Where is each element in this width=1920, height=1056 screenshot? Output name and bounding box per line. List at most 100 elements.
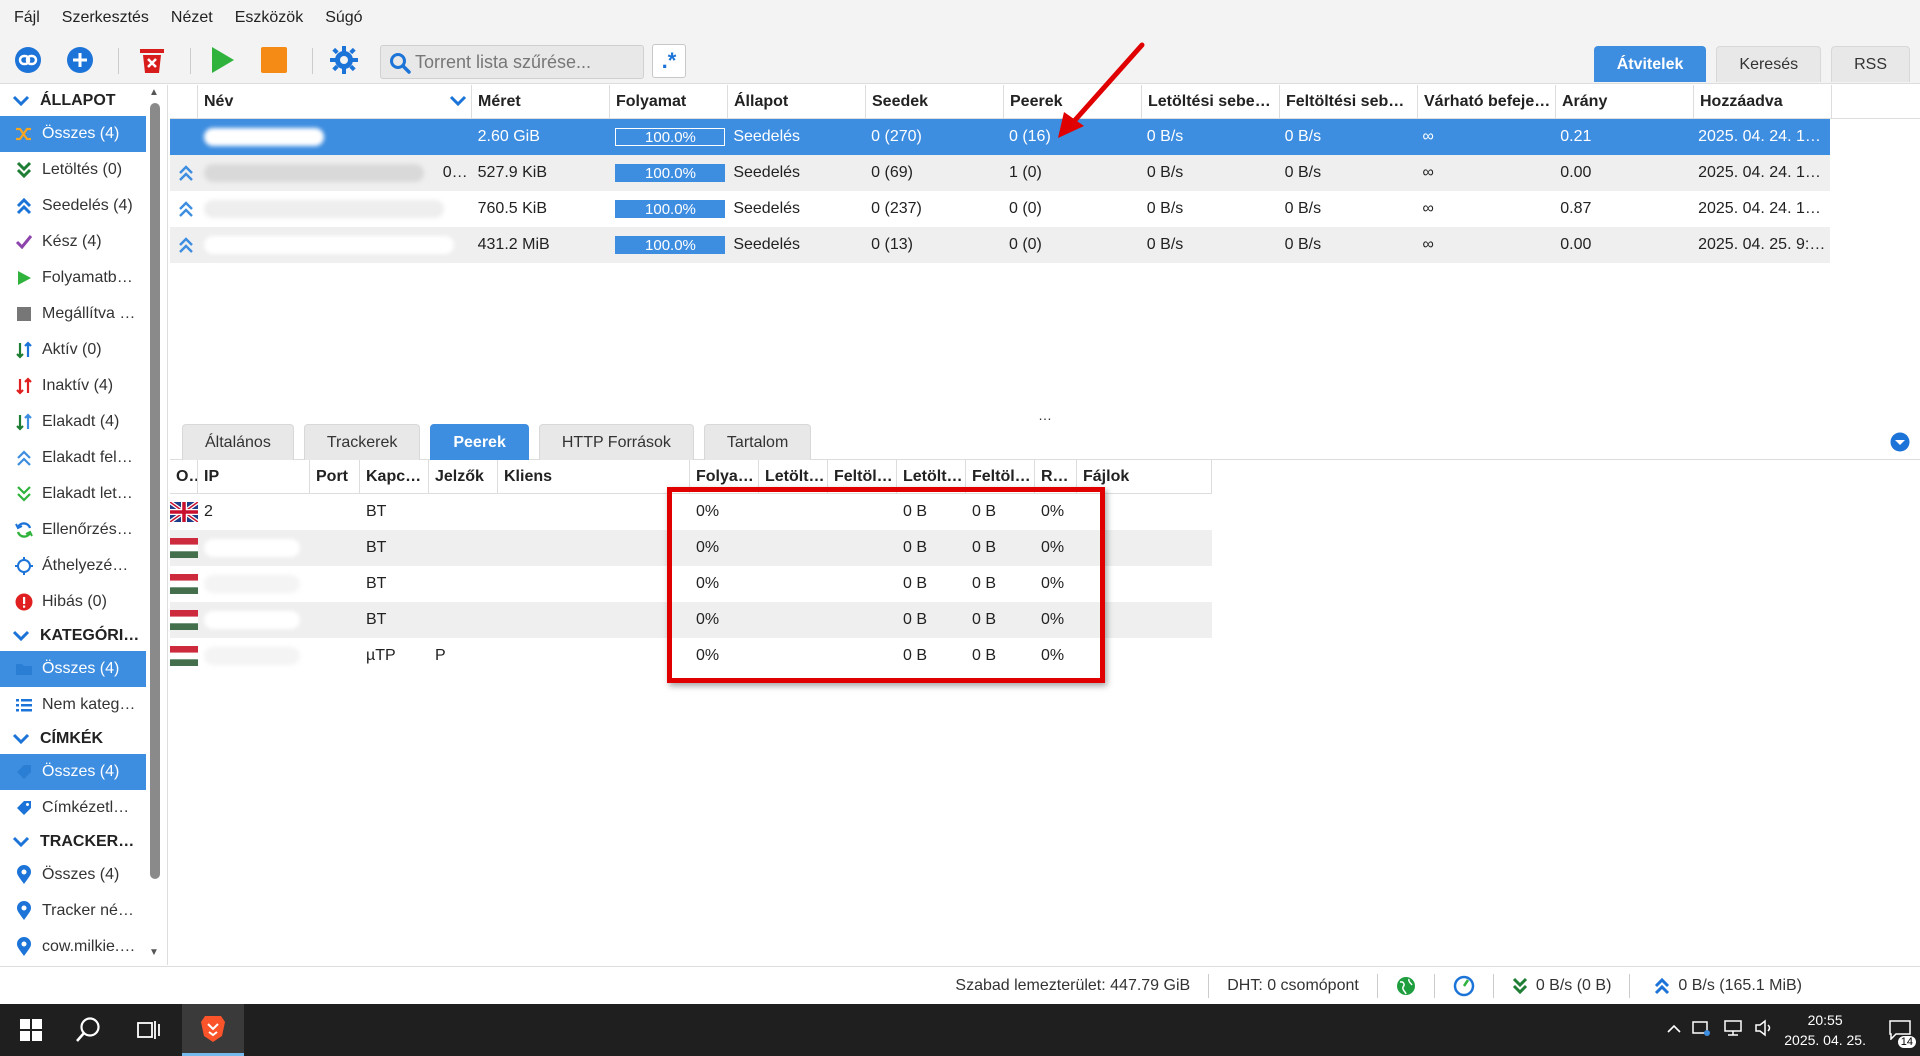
sidebar-item-untagged[interactable]: Címkézetl…	[0, 790, 146, 826]
upload-chevrons-icon	[1655, 977, 1670, 994]
column-header-size[interactable]: Méret	[472, 85, 610, 119]
column-header-state[interactable]: Állapot	[728, 85, 866, 119]
sidebar-item-active[interactable]: Aktív (0)	[0, 332, 146, 368]
sidebar-item-stopped[interactable]: Megállítva …	[0, 296, 146, 332]
add-link-button[interactable]	[12, 44, 44, 76]
taskbar-clock[interactable]: 20:55 2025. 04. 25.	[1784, 1010, 1866, 1050]
menu-help[interactable]: Súgó	[317, 9, 376, 27]
column-header-ul-speed[interactable]: Feltöltési seb…	[1280, 85, 1418, 119]
connection-status[interactable]	[1376, 973, 1434, 998]
options-button[interactable]	[328, 44, 360, 76]
volume-icon[interactable]	[1754, 1018, 1776, 1042]
sidebar-item-errored[interactable]: Hibás (0)	[0, 584, 146, 620]
folder-icon	[14, 659, 34, 679]
brave-browser-taskbar-item[interactable]	[182, 1004, 244, 1056]
sidebar-item-stalled[interactable]: Elakadt (4)	[0, 404, 146, 440]
column-header-name[interactable]: Név	[198, 85, 472, 119]
start-button[interactable]	[4, 1004, 58, 1056]
seeding-icon	[174, 233, 198, 257]
tray-overflow-icon[interactable]	[1666, 1021, 1682, 1039]
clock-time: 20:55	[1807, 1012, 1843, 1028]
column-header-dl-speed[interactable]: Letöltési sebe…	[1142, 85, 1280, 119]
column-header-progress[interactable]: Folyamat	[610, 85, 728, 119]
tab-search[interactable]: Keresés	[1716, 46, 1822, 82]
scroll-up-icon[interactable]: ▲	[149, 87, 159, 98]
sidebar-item-label: Seedelés (4)	[42, 197, 133, 214]
tab-transfers[interactable]: Átvitelek	[1593, 46, 1707, 82]
search-input[interactable]: Torrent lista szűrése...	[380, 45, 644, 79]
sidebar-item-tracker-all[interactable]: Összes (4)	[0, 857, 146, 893]
torrent-state: Seedelés	[733, 128, 801, 145]
menu-file[interactable]: Fájl	[6, 9, 54, 27]
tab-rss[interactable]: RSS	[1831, 46, 1910, 82]
task-view-button[interactable]	[122, 1004, 176, 1056]
device-icon[interactable]	[1692, 1019, 1712, 1042]
progress-bar: 100.0%	[615, 128, 726, 146]
torrent-name: 0…	[198, 155, 472, 191]
sidebar-scrollbar[interactable]: ▲ ▼	[148, 85, 162, 965]
status-section-header[interactable]: ÁLLAPOT	[0, 85, 167, 116]
menu-edit[interactable]: Szerkesztés	[54, 9, 163, 27]
menu-view[interactable]: Nézet	[163, 9, 227, 27]
sidebar-item-completed[interactable]: Kész (4)	[0, 224, 146, 260]
notification-center-button[interactable]: 14	[1880, 1004, 1920, 1056]
tab-peers[interactable]: Peerek	[430, 424, 529, 460]
tab-trackers[interactable]: Trackerek	[303, 424, 421, 460]
column-header-eta[interactable]: Várható befeje…	[1418, 85, 1556, 119]
column-header-added[interactable]: Hozzáadva	[1694, 85, 1832, 119]
regex-toggle-button[interactable]: .*	[652, 44, 686, 78]
collapse-panel-icon[interactable]	[1890, 432, 1910, 457]
download-chevrons-icon	[14, 160, 34, 180]
sidebar-item-seeding[interactable]: Seedelés (4)	[0, 188, 146, 224]
delete-button[interactable]	[136, 44, 168, 76]
resume-button[interactable]	[206, 44, 238, 76]
column-header-icon[interactable]	[170, 85, 198, 119]
sidebar-item-running[interactable]: Folyamatb…	[0, 260, 146, 296]
network-icon[interactable]	[1722, 1019, 1744, 1042]
sidebar-item-downloading[interactable]: Letöltés (0)	[0, 152, 146, 188]
torrent-row[interactable]: 431.2 MiB 100.0% Seedelés 0 (13) 0 (0) 0…	[170, 227, 1830, 263]
category-section-header[interactable]: KATEGÓRI…	[0, 620, 167, 651]
column-header-seeds[interactable]: Seedek	[866, 85, 1004, 119]
torrent-row[interactable]: 0… 527.9 KiB 100.0% Seedelés 0 (69) 1 (0…	[170, 155, 1830, 191]
section-title: KATEGÓRI…	[40, 626, 140, 644]
column-header-flags[interactable]: Jelzők	[429, 460, 498, 494]
scroll-down-icon[interactable]: ▼	[149, 947, 159, 958]
torrent-added: 2025. 04. 24. 1…	[1698, 200, 1821, 217]
column-header-port[interactable]: Port	[310, 460, 360, 494]
sidebar-item-status-all[interactable]: Összes (4)	[0, 116, 146, 152]
tracker-section-header[interactable]: TRACKER…	[0, 826, 167, 857]
column-header-ratio[interactable]: Arány	[1556, 85, 1694, 119]
column-label: Név	[204, 93, 234, 110]
taskbar-search-button[interactable]	[62, 1004, 116, 1056]
menu-tools[interactable]: Eszközök	[227, 9, 317, 27]
sidebar-item-tracker-cow[interactable]: cow.milkie.…	[0, 929, 146, 965]
torrent-row[interactable]: 2.60 GiB 100.0% Seedelés 0 (270) 0 (16) …	[170, 119, 1830, 155]
column-header-country[interactable]: O…	[170, 460, 198, 494]
sidebar-item-trackerless[interactable]: Tracker né…	[0, 893, 146, 929]
sidebar-item-inactive[interactable]: Inaktív (4)	[0, 368, 146, 404]
sidebar-item-stalled-download[interactable]: Elakadt let…	[0, 476, 146, 512]
column-header-client[interactable]: Kliens	[498, 460, 690, 494]
sidebar-item-category-all[interactable]: Összes (4)	[0, 651, 146, 687]
speed-limit-toggle[interactable]	[1433, 973, 1493, 998]
sidebar-item-uncategorized[interactable]: Nem kateg…	[0, 687, 146, 723]
status-bar: Szabad lemezterület: 447.79 GiB DHT: 0 c…	[0, 966, 1920, 1004]
stop-button[interactable]	[258, 44, 290, 76]
tab-content[interactable]: Tartalom	[703, 424, 812, 460]
tags-section-header[interactable]: CÍMKÉK	[0, 723, 167, 754]
add-torrent-button[interactable]	[64, 44, 96, 76]
torrent-added: 2025. 04. 25. 9:…	[1698, 236, 1826, 253]
column-header-ip[interactable]: IP	[198, 460, 310, 494]
tab-general[interactable]: Általános	[182, 424, 294, 460]
peer-ip	[198, 602, 310, 638]
torrent-peers: 1 (0)	[1008, 164, 1042, 181]
tab-http-sources[interactable]: HTTP Források	[538, 424, 694, 460]
sidebar-item-stalled-upload[interactable]: Elakadt fel…	[0, 440, 146, 476]
sidebar-item-moving[interactable]: Áthelyezé…	[0, 548, 146, 584]
scrollbar-thumb[interactable]	[150, 103, 160, 879]
sidebar-item-tags-all[interactable]: Összes (4)	[0, 754, 146, 790]
sidebar-item-checking[interactable]: Ellenőrzés…	[0, 512, 146, 548]
torrent-row[interactable]: 760.5 KiB 100.0% Seedelés 0 (237) 0 (0) …	[170, 191, 1830, 227]
column-header-connection[interactable]: Kapc…	[360, 460, 429, 494]
